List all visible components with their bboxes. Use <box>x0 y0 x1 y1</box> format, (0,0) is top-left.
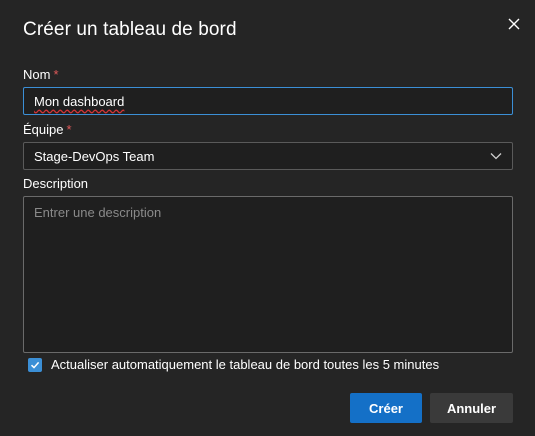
cancel-button[interactable]: Annuler <box>430 393 513 423</box>
close-button[interactable] <box>500 10 528 38</box>
team-select[interactable]: Stage-DevOps Team <box>23 142 513 170</box>
name-label: Nom * <box>23 67 59 82</box>
team-label-text: Équipe <box>23 122 64 137</box>
name-label-text: Nom <box>23 67 51 82</box>
team-select-value: Stage-DevOps Team <box>34 148 155 164</box>
checkmark-icon <box>30 361 40 369</box>
chevron-down-icon <box>490 153 502 160</box>
team-label: Équipe * <box>23 122 72 137</box>
create-button[interactable]: Créer <box>350 393 422 423</box>
description-textarea[interactable] <box>23 196 513 353</box>
dialog-title: Créer un tableau de bord <box>23 19 237 40</box>
auto-refresh-label: Actualiser automatiquement le tableau de… <box>51 357 440 372</box>
auto-refresh-checkbox[interactable] <box>28 357 42 372</box>
name-input-value: Mon dashboard <box>34 93 125 109</box>
create-dashboard-dialog: Créer un tableau de bord Nom * Mon dashbo… <box>0 0 535 436</box>
close-icon <box>508 18 520 30</box>
name-input[interactable]: Mon dashboard <box>23 87 513 115</box>
name-required-marker: * <box>53 67 59 82</box>
team-required-marker: * <box>66 122 72 137</box>
auto-refresh-option: Actualiser automatiquement le tableau de… <box>28 357 439 372</box>
description-label: Description <box>23 176 89 191</box>
